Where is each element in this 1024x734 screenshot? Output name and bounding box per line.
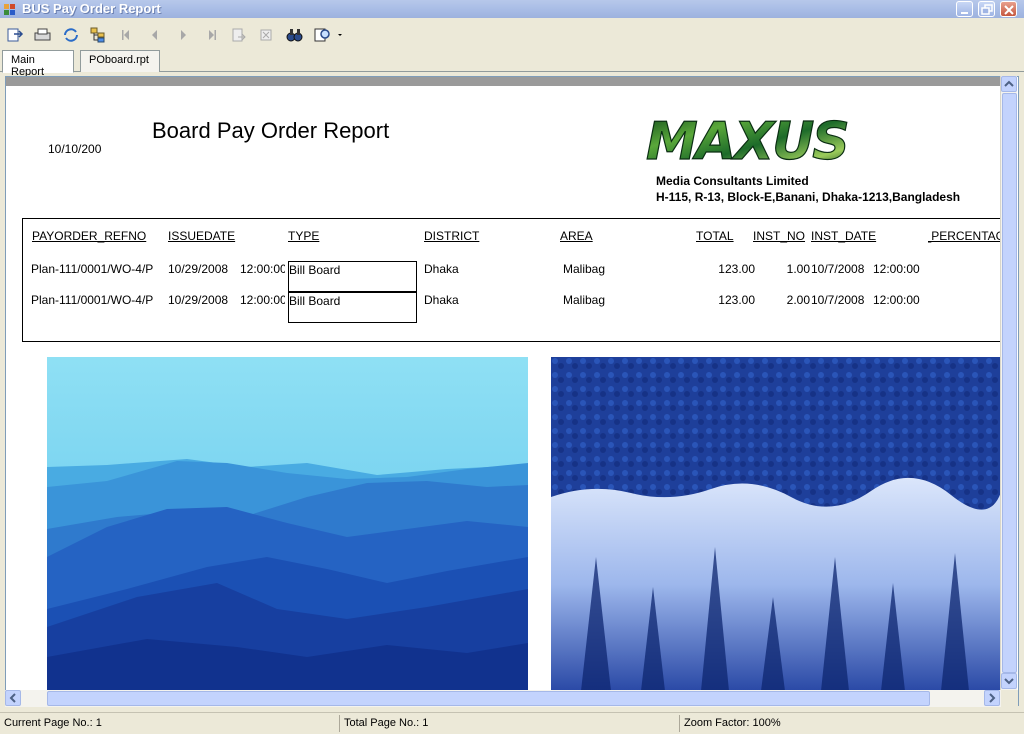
find-button[interactable] — [285, 26, 305, 44]
report-window: BUS Pay Order Report Main Report POboard… — [0, 0, 1024, 734]
goto-page-button[interactable] — [229, 26, 249, 44]
zoom-icon — [314, 28, 342, 42]
scroll-left-button[interactable] — [5, 690, 21, 706]
find-icon — [286, 29, 303, 42]
status-bar: Current Page No.: 1 Total Page No.: 1 Zo… — [0, 712, 1024, 734]
cell-inst-time: 12:00:00 — [873, 293, 920, 307]
toolbar — [0, 18, 1024, 50]
title-bar[interactable]: BUS Pay Order Report — [0, 0, 1024, 18]
page-header-strip — [6, 77, 1002, 86]
vertical-scrollbar[interactable] — [1000, 76, 1017, 690]
blue-hills-image — [47, 357, 528, 691]
col-header-inst-no: INST_NO — [753, 229, 806, 243]
cell-area: Malibag — [563, 262, 606, 276]
col-header-area: AREA — [560, 229, 593, 243]
stop-button[interactable] — [257, 26, 277, 44]
scroll-down-button[interactable] — [1001, 673, 1017, 689]
report-title: Board Pay Order Report — [152, 118, 390, 143]
next-page-button[interactable] — [173, 26, 193, 44]
cell-inst-date: 10/7/2008 — [811, 262, 865, 276]
company-info: Media Consultants Limited H-115, R-13, B… — [656, 173, 960, 205]
stop-icon — [260, 29, 272, 41]
status-divider — [339, 715, 340, 732]
previous-page-icon — [152, 30, 157, 40]
group-tree-button[interactable] — [89, 26, 109, 44]
report-viewport[interactable]: 10/10/2008 Board Pay Order Report MAXUS … — [5, 76, 1019, 706]
cell-inst-date: 10/7/2008 — [811, 293, 865, 307]
refresh-icon — [64, 28, 78, 42]
goto-page-icon — [232, 28, 246, 42]
close-button[interactable] — [1000, 1, 1017, 17]
cell-issuetime: 12:00:00 — [240, 262, 285, 276]
cell-inst-time: 12:00:00 — [873, 262, 920, 276]
app-icon — [4, 4, 15, 15]
next-page-icon — [181, 30, 186, 40]
cell-refno: Plan-111/0001/WO-4/P — [31, 293, 154, 307]
restore-icon — [981, 4, 993, 15]
cell-district: Dhaka — [424, 293, 459, 307]
svg-text:MAXUS: MAXUS — [646, 115, 848, 165]
first-page-icon — [122, 30, 129, 40]
cell-district: Dhaka — [424, 262, 459, 276]
chevron-down-icon — [1004, 678, 1014, 685]
previous-page-button[interactable] — [145, 26, 165, 44]
cell-type: Bill Board — [288, 261, 417, 292]
scroll-up-button[interactable] — [1001, 76, 1017, 92]
horizontal-scrollbar[interactable] — [5, 690, 1001, 707]
first-page-button[interactable] — [117, 26, 137, 44]
tab-poboard-rpt[interactable]: POboard.rpt — [80, 50, 160, 72]
minimize-icon — [961, 12, 968, 14]
zoom-factor-status: Zoom Factor: 100% — [684, 717, 781, 729]
report-page: 10/10/2008 Board Pay Order Report MAXUS … — [6, 86, 1013, 691]
chevron-up-icon — [1004, 80, 1014, 87]
last-page-button[interactable] — [201, 26, 221, 44]
horizontal-scroll-thumb[interactable] — [47, 691, 930, 706]
cell-issuedate: 10/29/2008 — [168, 262, 229, 276]
vertical-scroll-thumb[interactable] — [1002, 93, 1017, 673]
cell-total: 123.00 — [718, 262, 755, 276]
close-icon — [1004, 5, 1014, 15]
cell-inst-no: 1.00 — [786, 262, 810, 276]
cell-type: Bill Board — [288, 292, 417, 323]
refresh-button[interactable] — [61, 26, 81, 44]
details-table: PAYORDER_REFNO ISSUEDATE TYPE DISTRICT A… — [22, 218, 1013, 342]
company-address: H-115, R-13, Block-E,Banani, Dhaka-1213,… — [656, 190, 961, 204]
minimize-button[interactable] — [956, 1, 973, 17]
export-icon — [7, 28, 24, 42]
export-button[interactable] — [5, 26, 25, 44]
current-page-status: Current Page No.: 1 — [4, 717, 102, 729]
col-header-issuedate: ISSUEDATE — [168, 229, 236, 243]
chevron-left-icon — [9, 693, 16, 703]
group-tree-icon — [90, 27, 105, 43]
print-button[interactable] — [33, 26, 53, 44]
window-title: BUS Pay Order Report — [22, 1, 161, 16]
cell-inst-no: 2.00 — [786, 293, 810, 307]
col-header-type: TYPE — [288, 229, 320, 243]
tab-main-report[interactable]: Main Report — [2, 50, 74, 78]
print-icon — [34, 28, 51, 41]
company-name: Media Consultants Limited — [656, 174, 809, 188]
cell-area: Malibag — [563, 293, 606, 307]
maxus-logo: MAXUS — [645, 115, 850, 165]
cell-issuetime: 12:00:00 — [240, 293, 285, 307]
col-header-payorder-refno: PAYORDER_REFNO — [32, 229, 147, 243]
winter-forest-image — [551, 357, 1002, 691]
report-tabs: Main Report POboard.rpt — [0, 50, 1024, 78]
cell-refno: Plan-111/0001/WO-4/P — [31, 262, 154, 276]
cell-total: 123.00 — [718, 293, 755, 307]
last-page-icon — [209, 30, 216, 40]
zoom-button[interactable] — [313, 26, 343, 44]
col-header-total: TOTAL — [696, 229, 734, 243]
col-header-inst-date: INST_DATE — [811, 229, 877, 243]
chevron-right-icon — [989, 693, 996, 703]
col-header-district: DISTRICT — [424, 229, 480, 243]
cell-issuedate: 10/29/2008 — [168, 293, 229, 307]
status-divider — [679, 715, 680, 732]
scroll-corner — [1001, 690, 1018, 707]
restore-button[interactable] — [978, 1, 995, 17]
total-page-status: Total Page No.: 1 — [344, 717, 429, 729]
report-date: 10/10/2008 — [48, 142, 102, 156]
scroll-right-button[interactable] — [984, 690, 1000, 706]
